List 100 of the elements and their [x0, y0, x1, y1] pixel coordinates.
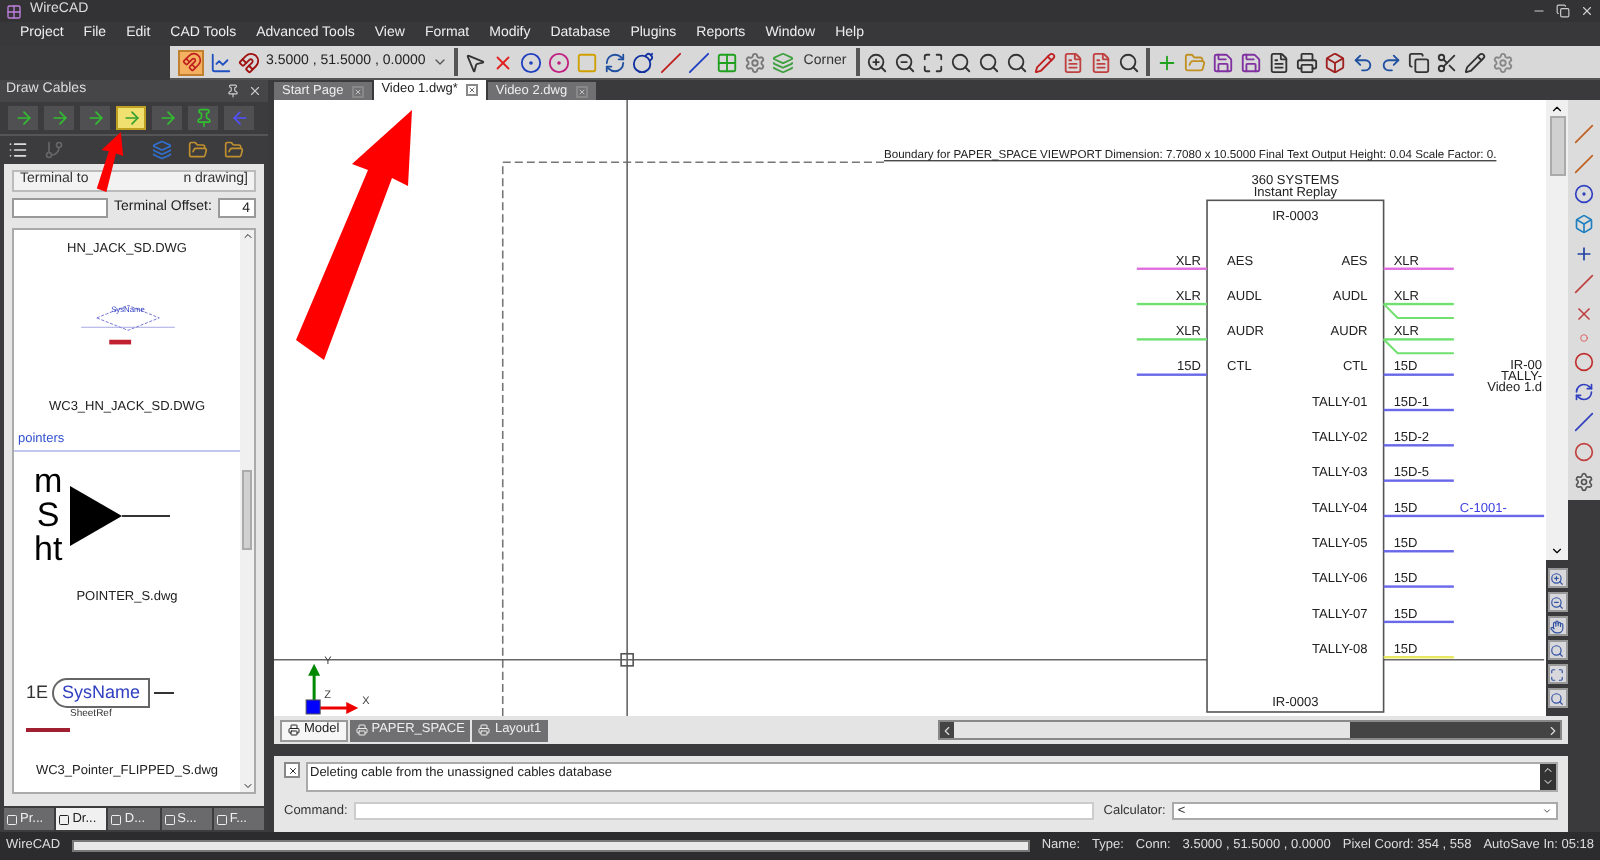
pointer-icon[interactable]	[463, 51, 486, 73]
tab-icon	[215, 813, 228, 825]
box-icon[interactable]	[1324, 51, 1347, 73]
zoom-extents-icon[interactable]	[922, 51, 945, 73]
horizontal-scrollbar[interactable]	[938, 720, 1562, 740]
zoom-button[interactable]	[1547, 664, 1567, 684]
wire-line[interactable]	[1383, 373, 1454, 376]
arc-icon[interactable]	[1574, 382, 1594, 402]
cable-tool-button[interactable]	[44, 106, 74, 130]
pointer-symbol-drawing[interactable]: m S ht	[14, 452, 240, 578]
wire-icon	[49, 108, 69, 128]
printer-icon[interactable]	[1296, 51, 1319, 73]
dot-icon[interactable]	[1580, 334, 1588, 342]
magnet-icon[interactable]	[238, 51, 260, 73]
selector-field[interactable]	[12, 198, 108, 219]
scroll-left-icon[interactable]	[940, 723, 954, 737]
node-icon[interactable]	[547, 51, 570, 73]
search-icon[interactable]	[978, 51, 1001, 73]
close-icon[interactable]	[465, 84, 478, 96]
search-icon	[1550, 643, 1564, 657]
grid-icon[interactable]	[715, 51, 738, 73]
scrollbar[interactable]	[240, 229, 254, 791]
wire-icon	[85, 108, 105, 128]
undo-icon[interactable]	[1352, 51, 1375, 73]
annotation-arrow	[92, 132, 128, 192]
pencil-icon[interactable]	[1034, 51, 1057, 73]
zoom-button[interactable]	[1547, 616, 1567, 636]
zoom-button[interactable]	[1547, 592, 1567, 612]
dropdown-icon[interactable]	[431, 54, 448, 70]
line-icon[interactable]	[687, 51, 710, 73]
box-icon[interactable]	[1574, 214, 1594, 234]
node-icon[interactable]	[519, 51, 542, 73]
command-field[interactable]	[353, 802, 1094, 821]
copy-icon[interactable]	[1408, 51, 1431, 73]
minimize-icon[interactable]	[1532, 4, 1546, 18]
zoom-out-icon	[1550, 595, 1564, 609]
cross-icon[interactable]	[1574, 304, 1594, 324]
pin-icon[interactable]	[226, 84, 240, 98]
zoom-button[interactable]	[1547, 568, 1567, 588]
layers-icon[interactable]	[771, 51, 794, 73]
search-icon[interactable]	[950, 51, 973, 73]
close-icon[interactable]	[1580, 4, 1594, 18]
wire-line[interactable]	[1383, 550, 1454, 553]
zoom-button[interactable]	[1547, 640, 1567, 660]
refresh-icon[interactable]	[603, 51, 626, 73]
target-icon[interactable]	[1574, 184, 1594, 204]
line-icon[interactable]	[659, 51, 682, 73]
chart-icon[interactable]	[210, 51, 232, 73]
zoom-out-icon[interactable]	[894, 51, 917, 73]
scroll-up-icon[interactable]	[1550, 102, 1564, 116]
page-icon[interactable]	[1062, 51, 1085, 73]
wire-line[interactable]	[1383, 620, 1454, 624]
scrollbar-thumb[interactable]	[1549, 116, 1565, 176]
magnet-button[interactable]	[178, 49, 204, 75]
wire-line[interactable]	[1136, 373, 1208, 376]
line-icon[interactable]	[1574, 412, 1594, 432]
vertical-scrollbar[interactable]	[1546, 100, 1568, 560]
drawing-canvas[interactable]	[274, 100, 1546, 716]
tee-icon[interactable]	[1574, 244, 1594, 264]
signature-mark	[26, 727, 70, 732]
wire-line[interactable]	[1383, 444, 1454, 447]
page-icon[interactable]	[1090, 51, 1113, 73]
app-icon	[6, 3, 22, 19]
scrollbar-thumb[interactable]	[242, 470, 252, 550]
circle-icon[interactable]	[1574, 352, 1594, 372]
cable-tool-button[interactable]	[116, 106, 146, 130]
wire-line[interactable]	[1383, 514, 1545, 518]
search-icon[interactable]	[1118, 51, 1141, 73]
close-icon[interactable]	[248, 84, 262, 98]
cut-icon[interactable]	[1436, 51, 1459, 73]
add-icon[interactable]	[1156, 51, 1179, 73]
layers-icon[interactable]	[152, 140, 172, 160]
device-block[interactable]	[1206, 199, 1385, 713]
scrollbar-thumb[interactable]	[954, 722, 1350, 738]
restore-icon[interactable]	[1556, 4, 1570, 18]
zoom-in-icon[interactable]	[866, 51, 889, 73]
line-icon[interactable]	[1574, 154, 1594, 174]
close-output-button[interactable]	[284, 762, 300, 778]
cable-tool-button[interactable]	[152, 106, 182, 130]
bomb-icon[interactable]	[631, 51, 654, 73]
sysname-flag[interactable]: SysName	[52, 677, 151, 709]
scroll-right-icon[interactable]	[1546, 723, 1560, 737]
gear-icon[interactable]	[743, 51, 766, 73]
wire-line[interactable]	[1383, 479, 1454, 482]
search-icon[interactable]	[1006, 51, 1029, 73]
line-icon[interactable]	[1574, 274, 1594, 294]
line-icon[interactable]	[1574, 124, 1594, 144]
cable-tool-button[interactable]	[8, 106, 38, 130]
redo-icon[interactable]	[1380, 51, 1403, 73]
edit-icon[interactable]	[1464, 51, 1487, 73]
save-icon[interactable]	[1212, 51, 1235, 73]
cable-tool-button[interactable]	[80, 106, 110, 130]
zoom-button[interactable]	[1547, 688, 1567, 708]
document-icon[interactable]	[1268, 51, 1291, 73]
cable-tool-button[interactable]	[188, 106, 218, 130]
gear-icon[interactable]	[1574, 472, 1594, 492]
save-icon[interactable]	[1240, 51, 1263, 73]
scroll-down-icon[interactable]	[1550, 544, 1564, 558]
list-icon[interactable]	[8, 140, 28, 160]
wire-line[interactable]	[1383, 408, 1454, 412]
